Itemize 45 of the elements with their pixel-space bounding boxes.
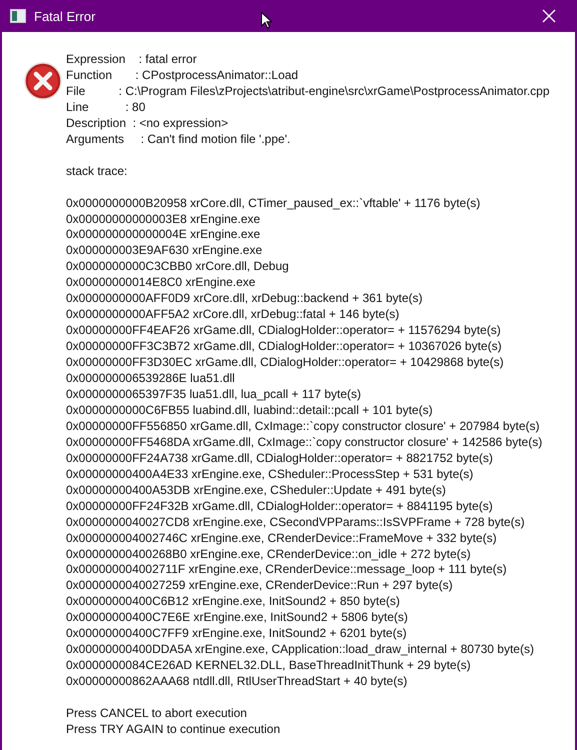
stack-trace-line: 0x000000004002711F xrEngine.exe, CRenderDevice::message_loop + 111 byte(s) bbox=[66, 562, 508, 578]
stack-trace-line: 0x00000000400DDA5A xrEngine.exe, CApplication::load_draw_internal + 80730 byte(s) bbox=[66, 642, 535, 658]
prompt-line: Press CANCEL to abort execution bbox=[66, 706, 248, 722]
stack-trace-line: 0x00000000FF24A738 xrGame.dll, CDialogHolder::operator= + 8821752 byte(s) bbox=[66, 450, 494, 467]
stack-trace-line: 0x000000004002746C xrEngine.exe, CRenderDevice::FrameMove + 332 byte(s) bbox=[66, 530, 498, 547]
stack-trace-line: 0x0000000040027259 xrEngine.exe, CRenderDevice::Run + 297 byte(s) bbox=[66, 578, 454, 594]
window-title: Fatal Error bbox=[34, 8, 96, 24]
stack-trace-line: 0x00000000400C6B12 xrEngine.exe, InitSound2 + 850 byte(s) bbox=[66, 594, 401, 610]
stack-trace-line: 0x00000000FF4EAF26 xrGame.dll, CDialogHolder::operator= + 11576294 byte(s) bbox=[66, 323, 502, 340]
stack-trace-line: 0x0000000000C3CBB0 xrCore.dll, Debug bbox=[66, 259, 290, 276]
stack-trace-line: 0x00000000862AAA68 ntdll.dll, RtlUserThreadStart + 40 byte(s) bbox=[66, 674, 408, 690]
stack-trace-line: 0x0000000040027CD8 xrEngine.exe, CSecondVPParams::IsSVPFrame + 728 byte(s) bbox=[66, 514, 526, 531]
detail-line: Arguments : Can't find motion file '.ppe'. bbox=[66, 132, 292, 148]
detail-line: Description : <no expression> bbox=[66, 116, 230, 132]
stack-trace-line: 0x00000000400A4E33 xrEngine.exe, CSheduler::ProcessStep + 531 byte(s) bbox=[66, 466, 474, 483]
stack-trace-line: 0x00000000000003E8 xrEngine.exe bbox=[66, 212, 262, 228]
stack-trace-line: 0x00000000FF24F32B xrGame.dll, CDialogHolder::operator= + 8841195 byte(s) bbox=[66, 498, 494, 515]
stack-trace-line: 0x000000003E9AF630 xrEngine.exe bbox=[66, 243, 264, 260]
stack-trace-line: 0x00000000FF5468DA xrGame.dll, CxImage::`copy constructor closure' + 142586 byte(s) bbox=[66, 434, 544, 451]
detail-line: Function : CPostprocessAnimator::Load bbox=[66, 68, 300, 84]
stack-trace-line: 0x0000000000AFF0D9 xrCore.dll, xrDebug::backend + 361 byte(s) bbox=[66, 291, 424, 308]
stack-trace-heading: stack trace: bbox=[66, 164, 128, 180]
stack-trace-line: 0x00000000400C7FF9 xrEngine.exe, InitSound2 + 6201 byte(s) bbox=[66, 626, 408, 642]
app-icon bbox=[10, 9, 26, 23]
stack-trace-line: 0x00000000400C7E6E xrEngine.exe, InitSound2 + 5806 byte(s) bbox=[66, 610, 409, 626]
stack-trace-line: 0x0000000000B20958 xrCore.dll, CTimer_paused_ex::`vftable' + 1176 byte(s) bbox=[66, 196, 482, 212]
stack-trace-line: 0x000000000000004E xrEngine.exe bbox=[66, 227, 262, 244]
stack-trace-line: 0x0000000065397F35 lua51.dll, lua_pcall + 117 byte(s) bbox=[66, 386, 362, 403]
stack-trace-line: 0x00000000FF556850 xrGame.dll, CxImage::`copy constructor closure' + 207984 byte(s) bbox=[66, 418, 541, 435]
close-icon bbox=[542, 9, 556, 23]
stack-trace-line: 0x00000000FF3C3B72 xrGame.dll, CDialogHolder::operator= + 10367026 byte(s) bbox=[66, 339, 503, 356]
stack-trace-line: 0x00000000400A53DB xrEngine.exe, CSheduler::Update + 491 byte(s) bbox=[66, 482, 447, 499]
detail-line: Line : 80 bbox=[66, 100, 146, 116]
mouse-pointer-icon bbox=[261, 12, 272, 29]
stack-trace-line: 0x00000000400268B0 xrEngine.exe, CRenderDevice::on_idle + 272 byte(s) bbox=[66, 546, 472, 562]
detail-line: File : C:\Program Files\zProjects\atribut-engine\src\xrGame\PostprocessAnimator.cpp bbox=[66, 84, 550, 100]
stack-trace-line: 0x0000000084CE26AD KERNEL32.DLL, BaseThreadInitThunk + 29 byte(s) bbox=[66, 658, 472, 674]
stack-trace-line: 0x000000006539286E lua51.dll bbox=[66, 371, 236, 387]
detail-line: Expression : fatal error bbox=[66, 52, 198, 68]
error-icon bbox=[24, 62, 62, 100]
stack-trace-line: 0x0000000000C6FB55 luabind.dll, luabind::detail::pcall + 101 byte(s) bbox=[66, 402, 434, 419]
stack-trace-line: 0x00000000FF3D30EC xrGame.dll, CDialogHolder::operator= + 10429868 byte(s) bbox=[66, 355, 505, 372]
prompt-line: Press TRY AGAIN to continue execution bbox=[66, 722, 282, 738]
stack-trace-line: 0x00000000014E8C0 xrEngine.exe bbox=[66, 275, 256, 292]
stack-trace-line: 0x0000000000AFF5A2 xrCore.dll, xrDebug::fatal + 146 byte(s) bbox=[66, 307, 400, 324]
